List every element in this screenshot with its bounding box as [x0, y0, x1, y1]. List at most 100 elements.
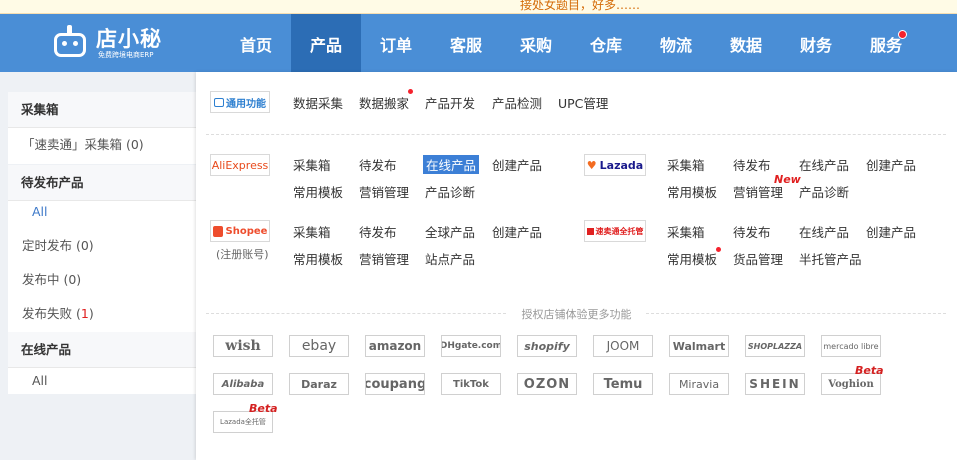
new-tag: New [774, 173, 801, 186]
nav-data[interactable]: 数据 [711, 14, 781, 72]
platform-temu[interactable]: Temu [593, 373, 653, 395]
new-dot [408, 89, 413, 94]
sp-link-create[interactable]: 创建产品 [492, 222, 542, 241]
ae-link-pending[interactable]: 待发布 [359, 155, 397, 174]
nav-purchasing[interactable]: 采购 [501, 14, 571, 72]
platform-joom[interactable]: JOOM [593, 335, 653, 357]
beta-tag: Beta [855, 364, 884, 377]
platform-amazon[interactable]: amazon [365, 335, 425, 357]
aliexpress-choice-label: 速卖通全托管 [595, 226, 644, 236]
nav-warehouse[interactable]: 仓库 [571, 14, 641, 72]
ae-link-online[interactable]: 在线产品 [423, 155, 480, 174]
link-product-inspection[interactable]: 产品检测 [492, 93, 542, 112]
lz-link-templates[interactable]: 常用模板 [667, 182, 717, 201]
ae-link-marketing[interactable]: 营销管理 [359, 182, 409, 201]
lazada-badge: ♥ Lazada [584, 154, 646, 176]
sidebar-online-title: 在线产品 [8, 332, 196, 368]
ac-link-create[interactable]: 创建产品 [866, 222, 916, 241]
sidebar-pending-section: 待发布产品 All 定时发布 (0) 发布中 (0) 发布失败 (1) [8, 165, 196, 335]
new-dot [716, 247, 721, 252]
sidebar-item-scheduled[interactable]: 定时发布 (0) [8, 229, 196, 263]
ac-link-semi-managed[interactable]: 半托管产品 [799, 249, 862, 268]
platform-alibaba[interactable]: Alibaba [213, 373, 273, 395]
platform-shoplazza[interactable]: SHOPLAZZA [745, 335, 805, 357]
nav-services-label: 服务 [869, 36, 902, 55]
ae-link-collect[interactable]: 采集箱 [293, 155, 331, 174]
lz-link-create[interactable]: 创建产品 [866, 155, 916, 174]
failed-count: 1 [80, 306, 89, 321]
platform-coupang[interactable]: coupang [365, 373, 425, 395]
platform-walmart[interactable]: Walmart [669, 335, 729, 357]
sidebar-collect-title: 采集箱 [8, 92, 196, 128]
lz-link-collect[interactable]: 采集箱 [667, 155, 705, 174]
platform-shopify[interactable]: shopify [517, 335, 577, 357]
main-nav: 首页 产品 订单 客服 采购 仓库 物流 数据 财务 服务 [221, 14, 921, 72]
top-navigation-bar: 店小秘 免费跨境电商ERP 首页 产品 订单 客服 采购 仓库 物流 数据 财务… [0, 14, 957, 72]
divider [206, 134, 946, 135]
sp-link-marketing[interactable]: 营销管理 [359, 249, 409, 268]
notice-bar: 接处女题目，好多…… [0, 0, 957, 14]
sidebar-pending-title: 待发布产品 [8, 165, 196, 201]
sidebar-collect-section: 采集箱 「速卖通」采集箱 (0) [8, 92, 196, 164]
ac-link-collect[interactable]: 采集箱 [667, 222, 705, 241]
sp-link-templates[interactable]: 常用模板 [293, 249, 343, 268]
brand-name: 店小秘 [96, 26, 162, 51]
lz-link-pending[interactable]: 待发布 [733, 155, 771, 174]
robot-icon [214, 97, 224, 107]
ac-link-goods[interactable]: 货品管理 [733, 249, 783, 268]
lz-link-online[interactable]: 在线产品 [799, 155, 849, 174]
notification-dot [898, 30, 907, 39]
ae-link-diagnosis[interactable]: 产品诊断 [425, 182, 475, 201]
nav-customer-service[interactable]: 客服 [431, 14, 501, 72]
ae-link-templates[interactable]: 常用模板 [293, 182, 343, 201]
platform-wish[interactable]: wish [213, 335, 273, 357]
sidebar-item-pending-all[interactable]: All [8, 201, 196, 229]
general-functions-badge: 通用功能 [210, 91, 270, 113]
sidebar-item-failed[interactable]: 发布失败 (1) [8, 297, 196, 331]
sp-link-pending[interactable]: 待发布 [359, 222, 397, 241]
sp-link-site-products[interactable]: 站点产品 [425, 249, 475, 268]
lz-link-diagnosis[interactable]: 产品诊断 [799, 182, 849, 201]
sidebar-item-online-all[interactable]: All [8, 368, 196, 394]
nav-finance[interactable]: 财务 [781, 14, 851, 72]
nav-services[interactable]: 服务 [851, 14, 921, 72]
link-upc-management[interactable]: UPC管理 [558, 93, 608, 112]
platform-dhgate[interactable]: DHgate.com [441, 335, 501, 357]
sidebar: 采集箱 「速卖通」采集箱 (0) 待发布产品 All 定时发布 (0) 发布中 … [0, 72, 196, 460]
link-product-development[interactable]: 产品开发 [425, 93, 475, 112]
beta-tag: Beta [249, 402, 278, 415]
notice-text: 接处女题目，好多…… [520, 0, 641, 12]
ac-link-pending[interactable]: 待发布 [733, 222, 771, 241]
robot-icon [50, 25, 90, 61]
aliexpress-choice-badge: 速卖通全托管 [584, 220, 646, 242]
link-data-collection[interactable]: 数据采集 [293, 93, 343, 112]
nav-products[interactable]: 产品 [291, 14, 361, 72]
platform-mercado-libre[interactable]: mercado libre [821, 335, 881, 357]
ac-link-templates[interactable]: 常用模板 [667, 249, 717, 268]
sidebar-item-aliexpress-collect[interactable]: 「速卖通」采集箱 (0) [8, 128, 196, 162]
heart-icon: ♥ [586, 158, 597, 172]
shopee-register-link[interactable]: (注册账号) [216, 246, 269, 262]
platform-shein[interactable]: SHEIN [745, 373, 805, 395]
nav-home[interactable]: 首页 [221, 14, 291, 72]
ae-link-create[interactable]: 创建产品 [492, 155, 542, 174]
platform-daraz[interactable]: Daraz [289, 373, 349, 395]
platform-ebay[interactable]: ebay [289, 335, 349, 357]
sp-link-global[interactable]: 全球产品 [425, 222, 475, 241]
brand-logo[interactable]: 店小秘 免费跨境电商ERP [50, 23, 162, 63]
platform-tiktok[interactable]: TikTok [441, 373, 501, 395]
products-dropdown-panel: 通用功能 数据采集 数据搬家 产品开发 产品检测 UPC管理 AliExpres… [196, 72, 957, 460]
link-data-migration[interactable]: 数据搬家 [359, 93, 409, 112]
sidebar-item-publishing[interactable]: 发布中 (0) [8, 263, 196, 297]
platform-ozon[interactable]: OZON [517, 373, 577, 395]
sp-link-collect[interactable]: 采集箱 [293, 222, 331, 241]
platform-miravia[interactable]: Miravia [669, 373, 729, 395]
nav-orders[interactable]: 订单 [361, 14, 431, 72]
shopee-badge-label: Shopee [225, 225, 268, 237]
nav-logistics[interactable]: 物流 [641, 14, 711, 72]
ac-link-online[interactable]: 在线产品 [799, 222, 849, 241]
lazada-badge-label: Lazada [599, 158, 644, 172]
shopping-bag-icon [212, 225, 223, 237]
shopee-badge: Shopee [210, 220, 270, 242]
sidebar-online-section: 在线产品 All [8, 332, 196, 394]
